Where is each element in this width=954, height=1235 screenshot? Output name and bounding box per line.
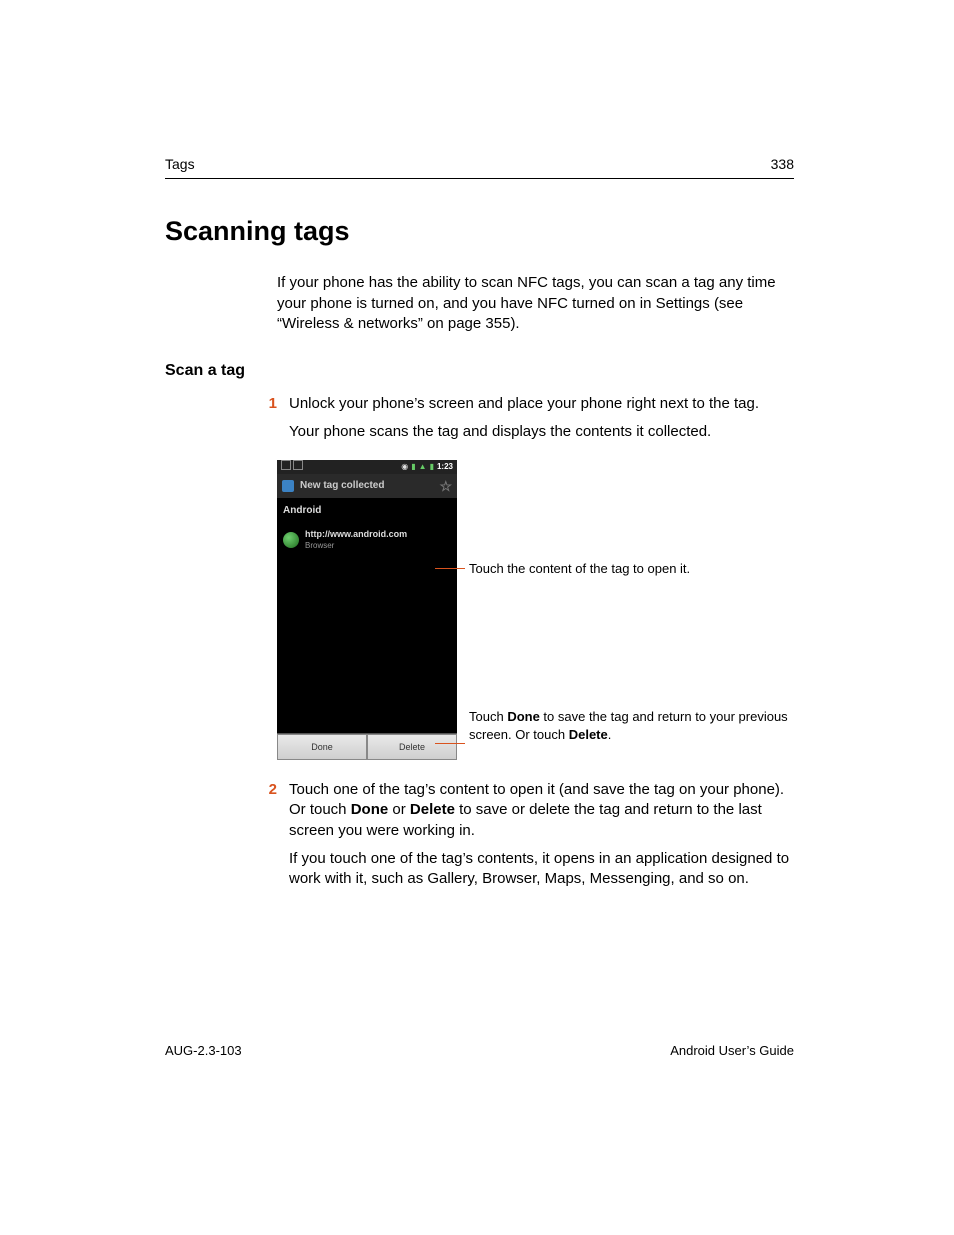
footer-right: Android User’s Guide [670,1042,794,1060]
status-icon [281,460,291,470]
callout-bottom-delete: Delete [569,727,608,742]
step-2-done: Done [351,801,389,818]
step-2-mid: or [388,801,410,818]
tag-content-row[interactable]: http://www.android.com Browser [277,524,457,562]
done-button[interactable]: Done [277,734,367,760]
callout-open-content: Touch the content of the tag to open it. [469,560,794,578]
document-page: Tags 338 Scanning tags If your phone has… [0,0,954,1235]
page-footer: AUG-2.3-103 Android User’s Guide [165,1042,794,1060]
phone-button-row: Done Delete [277,733,457,760]
phone-title-bar: New tag collected ☆ [277,474,457,498]
step-1-line-1: Unlock your phone’s screen and place you… [289,394,794,414]
section-heading: Scan a tag [165,360,794,382]
step-2-para-1: Touch one of the tag’s content to open i… [289,780,794,841]
delete-button[interactable]: Delete [367,734,457,760]
step-1-line-2: Your phone scans the tag and displays th… [289,422,794,442]
battery-icon: ▮ [430,462,434,473]
tag-url-block: http://www.android.com Browser [305,528,407,552]
step-1: 1 Unlock your phone’s screen and place y… [253,394,794,451]
callout-bottom-pre: Touch [469,709,507,724]
page-title: Scanning tags [165,213,794,249]
header-section: Tags [165,155,195,174]
tag-url: http://www.android.com [305,529,407,539]
header-page-number: 338 [771,155,794,174]
callout-line-top [435,568,465,569]
phone-screenshot: ◉ ▮ ▲ ▮ 1:23 New tag collected ☆ Android… [277,460,457,760]
callouts: Touch the content of the tag to open it.… [469,460,794,760]
callout-done-delete: Touch Done to save the tag and return to… [469,708,794,743]
star-icon: ☆ [439,479,452,493]
status-left-icons [281,460,303,474]
status-right: ◉ ▮ ▲ ▮ 1:23 [401,462,453,473]
step-number: 1 [253,394,289,451]
running-header: Tags 338 [165,155,794,179]
tag-icon [282,480,294,492]
nfc-icon: ◉ [401,462,408,473]
phone-title-text: New tag collected [300,479,384,493]
figure: ◉ ▮ ▲ ▮ 1:23 New tag collected ☆ Android… [277,460,794,760]
callout-bottom-post: . [608,727,612,742]
tag-url-sub: Browser [305,541,407,552]
intro-paragraph: If your phone has the ability to scan NF… [277,273,794,334]
callout-top-text: Touch the content of the tag to open it. [469,561,690,576]
step-2-delete: Delete [410,801,455,818]
signal-icon: ▮ [411,462,415,473]
signal-bars-icon: ▲ [419,462,427,473]
globe-icon [283,532,299,548]
tag-section-label: Android [277,498,457,524]
footer-left: AUG-2.3-103 [165,1042,242,1060]
status-clock: 1:23 [437,462,453,473]
status-bar: ◉ ▮ ▲ ▮ 1:23 [277,460,457,474]
step-number: 2 [253,780,289,897]
step-body: Unlock your phone’s screen and place you… [289,394,794,451]
callout-line-bottom [435,743,465,744]
callout-bottom-done: Done [507,709,540,724]
phone-empty-area [277,562,457,733]
step-2: 2 Touch one of the tag’s content to open… [253,780,794,897]
step-2-para-2: If you touch one of the tag’s contents, … [289,849,794,890]
step-body: Touch one of the tag’s content to open i… [289,780,794,897]
status-icon [293,460,303,470]
